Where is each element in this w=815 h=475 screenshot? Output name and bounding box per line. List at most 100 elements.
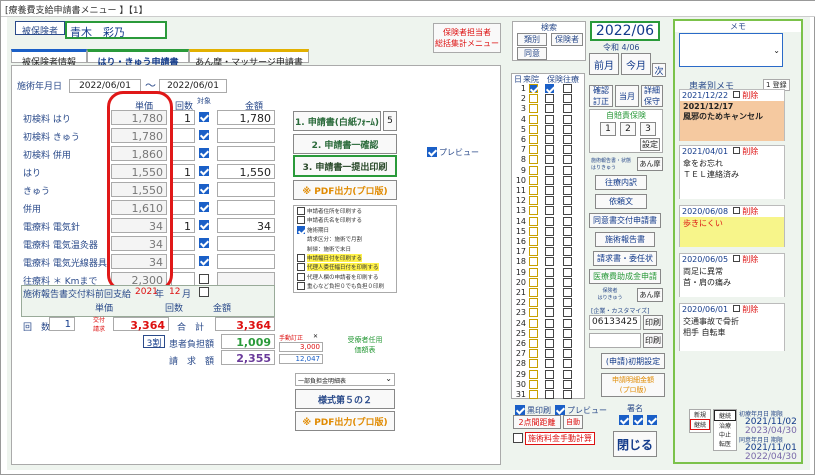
day-ins-checkbox[interactable] [545,237,554,246]
day-treat-checkbox[interactable] [529,237,538,246]
row-count[interactable] [171,200,195,215]
day-visit-checkbox[interactable] [563,359,572,369]
day-visit-checkbox[interactable] [563,114,572,124]
auto-button[interactable]: 自動 [563,415,583,429]
hi-massage-button[interactable]: あん摩 [637,288,663,302]
row-target-checkbox[interactable] [199,166,209,176]
app3-button[interactable]: 3. 申請書一提出印刷 [293,155,397,177]
day-treat-checkbox[interactable] [529,175,538,185]
day-visit-checkbox[interactable] [563,165,572,175]
day-treat-checkbox[interactable] [529,145,538,155]
day-treat-checkbox[interactable] [529,369,538,379]
form5-button[interactable]: 様式第５の２ [295,389,395,409]
memo-delete-checkbox[interactable] [732,91,740,98]
day-ins-checkbox[interactable] [545,369,554,379]
day-ins-checkbox[interactable] [545,328,554,338]
prev-month-button[interactable]: 前月 [589,53,619,75]
day-visit-checkbox[interactable] [563,175,572,185]
day-treat-checkbox[interactable] [529,135,538,144]
current-month-button[interactable]: 当月 [615,85,639,107]
day-treat-checkbox[interactable] [529,379,538,389]
day-ins-checkbox[interactable] [545,84,554,93]
day-ins-checkbox[interactable] [545,175,554,185]
preview2-checkbox[interactable] [555,405,565,415]
day-visit-checkbox[interactable] [563,216,572,226]
day-ins-checkbox[interactable] [545,298,554,308]
row-target-checkbox[interactable] [199,130,209,140]
day-ins-checkbox[interactable] [545,359,554,369]
row-count[interactable] [171,236,195,251]
preview-checkbox[interactable] [427,147,437,157]
insurer-summary-button[interactable]: 保険者担当者 総括集計メニュー [433,23,501,53]
day-treat-checkbox[interactable] [529,206,538,216]
report-button[interactable]: 施術報告書 [595,232,655,247]
day-treat-checkbox[interactable] [529,308,538,318]
day-treat-checkbox[interactable] [529,257,538,267]
day-visit-checkbox[interactable] [563,104,572,114]
distance-button[interactable]: 2点間距離 [513,415,561,429]
day-visit-checkbox[interactable] [563,124,572,134]
ledger-button[interactable]: 往療内訳 [595,175,647,190]
day-treat-checkbox[interactable] [529,390,538,399]
patient-name[interactable]: 青木 彩乃 [65,21,167,39]
memo-delete-checkbox[interactable] [732,147,740,154]
memo-delete-checkbox[interactable] [732,305,740,312]
day-visit-checkbox[interactable] [563,288,572,297]
day-treat-checkbox[interactable] [529,288,538,297]
code-input-2[interactable] [589,333,641,348]
auto-setting-button[interactable]: 設定 [640,138,660,151]
row-count[interactable]: 1 [171,110,195,125]
day-treat-checkbox[interactable] [529,155,538,165]
day-ins-checkbox[interactable] [545,226,554,236]
day-visit-checkbox[interactable] [563,135,572,144]
opt-checkbox[interactable] [297,282,305,291]
tab-massage[interactable]: あん摩・マッサージ申請書 [189,49,309,68]
request-button[interactable]: 依頼文 [595,194,647,209]
day-visit-checkbox[interactable] [563,390,572,399]
row-count[interactable] [171,128,195,143]
day-treat-checkbox[interactable] [529,247,538,257]
day-ins-checkbox[interactable] [545,277,554,287]
opt-checkbox[interactable] [297,272,305,281]
row-target-checkbox[interactable] [199,238,209,248]
day-ins-checkbox[interactable] [545,379,554,389]
day-ins-checkbox[interactable] [545,155,554,165]
confirm-button[interactable]: 確認 訂正 [589,85,613,107]
day-ins-checkbox[interactable] [545,257,554,267]
day-ins-checkbox[interactable] [545,104,554,114]
day-visit-checkbox[interactable] [563,237,572,246]
day-treat-checkbox[interactable] [529,186,538,195]
status-new-cont[interactable]: 新規 継続 [689,409,711,433]
day-treat-checkbox[interactable] [529,277,538,287]
detail-amount-button[interactable]: 申請明細金額 (プロ版) [601,373,665,397]
pdf2-button[interactable]: ※ PDF出力(プロ版) [295,411,395,431]
day-treat-checkbox[interactable] [529,349,538,359]
app1-count[interactable]: 5 [383,111,397,131]
day-treat-checkbox[interactable] [529,84,538,93]
day-visit-checkbox[interactable] [563,206,572,216]
day-ins-checkbox[interactable] [545,165,554,175]
day-visit-checkbox[interactable] [563,277,572,287]
day-visit-checkbox[interactable] [563,247,572,257]
day-visit-checkbox[interactable] [563,196,572,206]
memo-card[interactable]: 2021/04/01 削除 傘をお忘れ ＴＥＬ連絡済み [679,145,785,199]
row-count[interactable] [171,182,195,197]
day-visit-checkbox[interactable] [563,318,572,328]
row-count[interactable]: 1 [171,164,195,179]
day-ins-checkbox[interactable] [545,206,554,216]
opt-checkbox[interactable] [297,263,305,272]
day-treat-checkbox[interactable] [529,339,538,348]
day-ins-checkbox[interactable] [545,216,554,226]
report-fee-checkbox[interactable] [199,287,209,297]
code-input[interactable]: 06133425 [589,315,641,330]
memo-card[interactable]: 2020/06/05 削除 両足に異常 首・肩の痛み [679,253,785,297]
row-count[interactable] [171,254,195,269]
pdf1-button[interactable]: ※ PDF出力(プロ版) [293,180,397,200]
auto-2-button[interactable]: 2 [620,122,636,136]
app1-button[interactable]: 1. 申請書(白紙ﾌｫｰﾑ) [293,111,381,131]
memo-card[interactable]: 2020/06/08 削除 歩きにくい [679,205,785,247]
day-ins-checkbox[interactable] [545,308,554,318]
day-ins-checkbox[interactable] [545,390,554,399]
claim-delegate-button[interactable]: 請求書・委任状 [593,251,657,266]
day-treat-checkbox[interactable] [529,196,538,206]
